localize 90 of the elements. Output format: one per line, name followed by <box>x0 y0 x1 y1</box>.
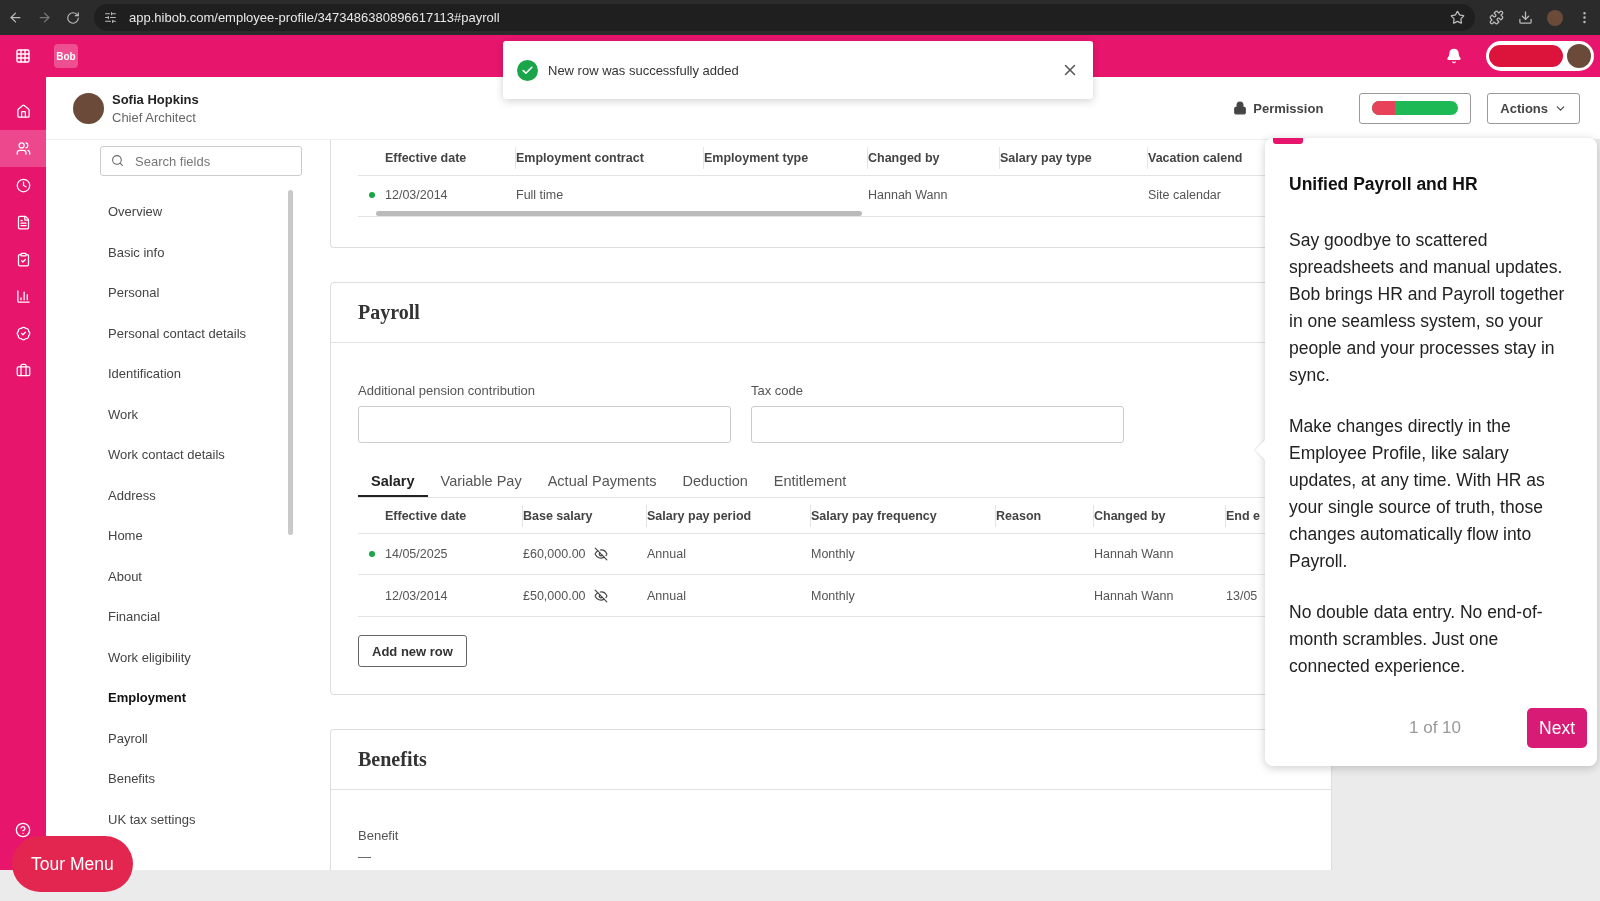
eye-off-icon[interactable] <box>593 547 608 561</box>
table-cell: 13/05 <box>1226 588 1258 603</box>
sidebar-item[interactable]: About <box>108 556 304 597</box>
column-header: Effective date <box>385 504 523 527</box>
table-cell: 12/03/2014 <box>385 188 448 202</box>
profile-avatar <box>73 92 104 124</box>
table-cell: Full time <box>516 188 564 202</box>
sidebar-item[interactable]: Basic info <box>108 232 304 273</box>
tour-menu-button[interactable]: Tour Menu <box>12 836 133 892</box>
search-field[interactable]: Search fields <box>100 146 302 176</box>
tab[interactable]: Entitlement <box>760 473 860 497</box>
table-cell: Monthly <box>811 547 855 561</box>
permission-button[interactable]: Permission <box>1227 99 1330 117</box>
sidebar-item[interactable]: Work <box>108 394 304 435</box>
table-cell: Annual <box>647 547 686 561</box>
toast-message: New row was successfully added <box>548 62 739 78</box>
sidebar-item[interactable]: Work contact details <box>108 435 304 476</box>
add-row-button[interactable]: Add new row <box>358 635 467 667</box>
download-icon[interactable] <box>1518 10 1533 25</box>
section-title: Benefits <box>358 748 427 771</box>
field-label: Benefit <box>358 828 400 843</box>
popover-paragraph: Say goodbye to scattered spreadsheets and manual updates. Bob brings HR and Payroll together in one seamless system, so your people and your processes stay in sync. <box>1289 229 1566 387</box>
table-cell: Hannah Wann <box>868 188 948 202</box>
extensions-icon[interactable] <box>1489 10 1504 25</box>
reload-icon[interactable] <box>66 10 80 25</box>
column-header: Base salary <box>523 504 647 527</box>
field-label: Additional pension contribution <box>358 383 537 398</box>
tab[interactable]: Variable Pay <box>427 473 535 497</box>
table-cell: 12/03/2014 <box>385 588 448 603</box>
sidebar-item[interactable]: Address <box>108 475 304 516</box>
sidebar-item[interactable]: Work eligibility <box>108 637 304 678</box>
step-counter: 1 of 10 <box>1409 718 1461 738</box>
back-icon[interactable] <box>8 10 23 25</box>
table-cell: £50,000.00 <box>523 588 586 603</box>
status-button[interactable] <box>1359 92 1472 124</box>
user-menu[interactable] <box>1486 41 1594 71</box>
column-header: Effective date <box>385 146 516 169</box>
column-header: Vacation calend <box>1148 149 1244 167</box>
column-header: Employment type <box>704 146 868 169</box>
table-cell: £60,000.00 <box>523 547 586 561</box>
field-value: — <box>358 849 372 864</box>
sidebar-item[interactable]: Home <box>108 516 304 557</box>
bell-icon[interactable] <box>1446 48 1462 64</box>
table-cell: Monthly <box>811 588 855 603</box>
sidebar-item[interactable]: Financial <box>108 597 304 638</box>
sidebar-item[interactable]: Employment <box>108 678 304 719</box>
sidebar-item[interactable]: Benefits <box>108 759 304 800</box>
employee-name: Sofia Hopkins <box>112 91 199 107</box>
lock-icon <box>1233 101 1248 115</box>
input-field[interactable] <box>751 406 1124 443</box>
help-icon[interactable] <box>15 821 31 838</box>
site-settings-icon[interactable] <box>104 11 117 24</box>
next-button[interactable]: Next <box>1527 708 1587 748</box>
column-header: Salary pay frequency <box>811 504 996 527</box>
job-title: Chief Architect <box>112 109 197 125</box>
column-header: Salary pay type <box>1000 146 1148 169</box>
popover-title: Unified Payroll and HR <box>1289 174 1479 195</box>
field-label: Tax code <box>751 383 805 398</box>
people-icon[interactable] <box>0 130 46 167</box>
forward-icon[interactable] <box>37 10 52 25</box>
column-header: Reason <box>996 504 1094 527</box>
table-cell: Hannah Wann <box>1094 588 1174 603</box>
sidebar-item[interactable]: Personal contact details <box>108 313 304 354</box>
sidebar-item[interactable]: Personal <box>108 273 304 314</box>
column-header: End e <box>1226 507 1262 525</box>
column-header: Changed by <box>1094 504 1226 527</box>
tab[interactable]: Deduction <box>669 473 761 497</box>
popover-paragraph: Make changes directly in the Employee Profile, like salary updates, at any time. With HR as your single source of truth, those changes automatically flow into Payroll. <box>1289 415 1546 573</box>
table-cell: Hannah Wann <box>1094 547 1174 561</box>
star-icon[interactable] <box>1450 10 1465 25</box>
column-header: Employment contract <box>516 146 704 169</box>
section-title: Payroll <box>358 301 420 324</box>
sidebar-item[interactable]: Overview <box>108 192 304 233</box>
sidebar-item[interactable]: Identification <box>108 354 304 395</box>
table-cell: Site calendar <box>1148 188 1221 202</box>
success-icon <box>517 59 538 81</box>
apps-grid-icon[interactable] <box>15 48 31 64</box>
address-bar[interactable]: app.hibob.com/employee-profile/3473486380896617113#payroll <box>94 4 1475 31</box>
input-field[interactable] <box>358 406 731 443</box>
table-cell: Annual <box>647 588 686 603</box>
column-header: Changed by <box>868 146 1000 169</box>
progress-bar-icon <box>1372 101 1459 115</box>
actions-button[interactable]: Actions <box>1487 92 1580 124</box>
popover-paragraph: No double data entry. No end-of-month scrambles. Just one connected experience. <box>1289 601 1544 678</box>
search-icon <box>111 154 124 167</box>
sidebar-item[interactable]: Payroll <box>108 718 304 759</box>
table-cell: 14/05/2025 <box>385 547 448 561</box>
tab[interactable]: Actual Payments <box>534 473 670 497</box>
column-header: Salary pay period <box>647 504 811 527</box>
eye-off-icon[interactable] <box>593 588 608 603</box>
